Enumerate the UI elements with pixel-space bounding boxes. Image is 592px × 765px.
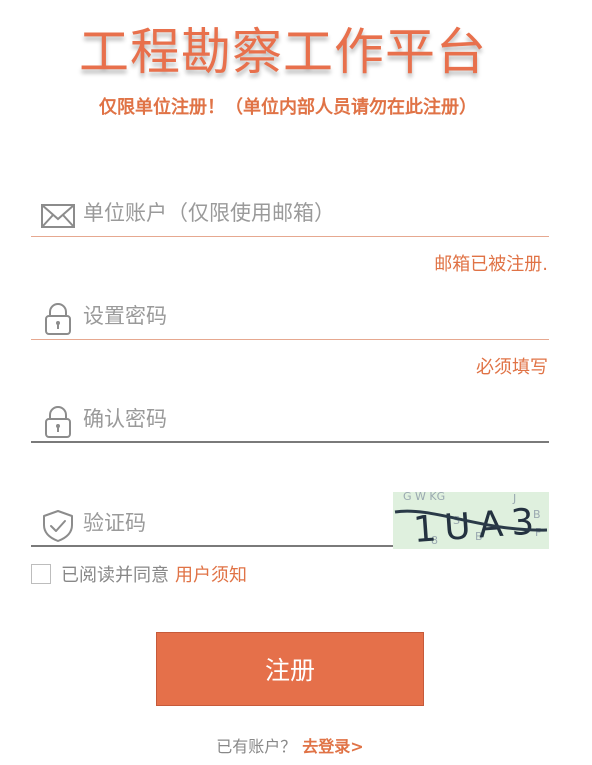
register-button[interactable]: 注册 xyxy=(156,632,424,706)
confirm-password-field-row xyxy=(31,399,549,443)
account-email-input[interactable] xyxy=(83,197,543,229)
captcha-input[interactable] xyxy=(83,507,383,539)
user-notice-link[interactable]: 用户须知 xyxy=(175,561,247,587)
lock-icon xyxy=(39,302,77,336)
shield-check-icon xyxy=(39,509,77,543)
agreement-row: 已阅读并同意 用户须知 xyxy=(31,561,247,587)
lock-icon xyxy=(39,405,77,439)
set-password-input[interactable] xyxy=(83,300,543,332)
confirm-password-input[interactable] xyxy=(83,403,543,435)
page-title: 工程勘察工作平台 xyxy=(79,23,487,81)
password-field-row xyxy=(31,296,549,340)
captcha-image[interactable]: G W KG J S B B F 8 1UA3 xyxy=(393,492,549,549)
captcha-code-text: 1UA3 xyxy=(412,501,543,549)
login-link[interactable]: 去登录> xyxy=(302,737,363,756)
envelope-icon xyxy=(39,199,77,233)
captcha-field-row xyxy=(31,503,393,547)
have-account-text: 已有账户？ xyxy=(216,737,297,756)
agreement-text: 已阅读并同意 xyxy=(61,565,169,586)
login-prompt: 已有账户？ 去登录> xyxy=(0,733,580,757)
svg-text:G W KG: G W KG xyxy=(403,492,445,503)
registration-notice: 仅限单位注册！（单位内部人员请勿在此注册） xyxy=(99,97,477,118)
password-error-message: 必须填写 xyxy=(476,357,548,378)
account-error-message: 邮箱已被注册. xyxy=(434,254,548,275)
agreement-checkbox[interactable] xyxy=(31,564,51,584)
account-field-row xyxy=(31,193,549,237)
